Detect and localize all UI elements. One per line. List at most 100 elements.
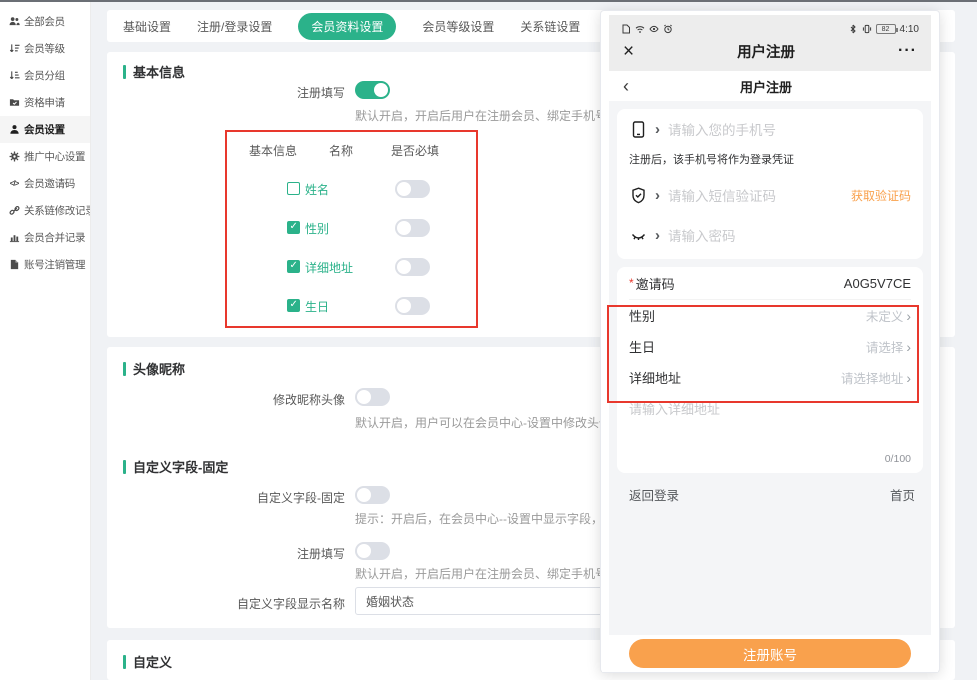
vibrate-icon	[862, 24, 872, 34]
shield-check-icon	[629, 187, 647, 204]
mobile-phone-icon	[629, 121, 647, 138]
chevron-right-icon	[906, 308, 911, 324]
modify-nickname-avatar-desc: 默认开启，用户可以在会员中心-设置中修改头像昵称	[355, 414, 635, 431]
required-toggle-name[interactable]	[395, 180, 430, 198]
more-menu-icon[interactable]: ···	[898, 42, 917, 60]
checkbox-name[interactable]	[287, 182, 300, 195]
bar-chart-icon	[8, 232, 20, 244]
chevron-right-icon	[655, 121, 660, 138]
sidebar-item-all-members[interactable]: 全部会员	[0, 8, 90, 35]
sidebar-item-label: 会员邀请码	[24, 176, 75, 191]
sidebar-item-member-level[interactable]: 会员等级	[0, 35, 90, 62]
wifi-icon	[635, 24, 645, 34]
file-icon	[8, 259, 20, 271]
phone-number-field[interactable]: 请输入您的手机号	[629, 109, 911, 149]
register-account-button[interactable]: 注册账号	[629, 639, 911, 668]
tab-basic-settings[interactable]: 基础设置	[123, 18, 171, 35]
password-field[interactable]: 请输入密码	[629, 215, 911, 255]
register-fill2-toggle[interactable]	[355, 542, 390, 560]
register-fill-toggle[interactable]	[355, 81, 390, 99]
required-toggle-address[interactable]	[395, 258, 430, 276]
sidebar-item-qualification[interactable]: 资格申请	[0, 89, 90, 116]
phone-subheader: ‹ 用户注册	[609, 71, 931, 101]
sort-level-icon	[8, 43, 20, 55]
password-placeholder: 请输入密码	[668, 225, 736, 245]
detail-address-textarea[interactable]: 请输入详细地址 0/100	[629, 393, 911, 469]
home-link[interactable]: 首页	[890, 485, 915, 504]
invite-code-row[interactable]: * 邀请码 A0G5V7CE	[629, 267, 911, 300]
sidebar-item-label: 会员分组	[24, 68, 65, 83]
footer-links: 返回登录 首页	[629, 485, 915, 504]
sidebar-item-label: 关系链修改记录	[24, 203, 90, 218]
required-toggle-gender[interactable]	[395, 219, 430, 237]
checkbox-gender[interactable]	[287, 221, 300, 234]
char-counter: 0/100	[885, 453, 911, 465]
custom-fixed-toggle[interactable]	[355, 486, 390, 504]
tab-register-login-settings[interactable]: 注册/登录设置	[197, 18, 272, 35]
back-to-login-link[interactable]: 返回登录	[629, 485, 679, 504]
phone-subtitle: 用户注册	[615, 77, 917, 96]
sidebar-item-label: 会员等级	[24, 41, 65, 56]
section-title-custom: 自定义	[123, 652, 172, 671]
section-accent-bar	[123, 655, 126, 669]
checkbox-birthday[interactable]	[287, 299, 300, 312]
table-row: 性别	[227, 219, 476, 239]
battery-icon: 82	[876, 24, 896, 34]
phone-title: 用户注册	[634, 41, 898, 62]
close-icon[interactable]: ×	[623, 42, 634, 61]
sms-code-field[interactable]: 请输入短信验证码 获取验证码	[629, 175, 911, 215]
custom-fixed-label: 自定义字段-固定	[107, 489, 345, 506]
sim-card-icon	[621, 24, 631, 34]
sidebar-item-merge-log[interactable]: 会员合并记录	[0, 224, 90, 251]
invite-code-value: A0G5V7CE	[844, 276, 911, 291]
birthday-row[interactable]: 生日 请选择	[629, 331, 911, 362]
sidebar-item-member-group[interactable]: 会员分组	[0, 62, 90, 89]
invite-code-label: 邀请码	[636, 274, 675, 293]
table-header-required: 是否必填	[391, 142, 439, 159]
sidebar-item-label: 会员合并记录	[24, 230, 85, 245]
address-row[interactable]: 详细地址 请选择地址	[629, 362, 911, 393]
phone-footer: 注册账号	[602, 635, 938, 672]
sidebar-item-invite-code[interactable]: </> 会员邀请码	[0, 170, 90, 197]
phone-preview-panel: 82 4:10 × 用户注册 ··· ‹ 用户注册 请输入您的手机号 注册后，该…	[600, 10, 940, 673]
section-accent-bar	[123, 362, 126, 376]
register-fill2-label: 注册填写	[107, 545, 345, 562]
sidebar-item-label: 推广中心设置	[24, 149, 85, 164]
code-icon: </>	[8, 178, 20, 190]
section-title-avatar-nickname: 头像昵称	[123, 359, 185, 378]
sidebar-item-label: 账号注销管理	[24, 257, 85, 272]
register-fields-card: 请输入您的手机号 注册后，该手机号将作为登录凭证 请输入短信验证码 获取验证码 …	[617, 109, 923, 259]
checkbox-address[interactable]	[287, 260, 300, 273]
modify-nickname-avatar-toggle[interactable]	[355, 388, 390, 406]
get-code-button[interactable]: 获取验证码	[851, 187, 911, 204]
sidebar-item-label: 会员设置	[24, 122, 65, 137]
section-accent-bar	[123, 460, 126, 474]
sidebar-item-promotion-settings[interactable]: 推广中心设置	[0, 143, 90, 170]
tab-member-level-settings[interactable]: 会员等级设置	[422, 18, 494, 35]
modify-nickname-avatar-label: 修改昵称头像	[107, 391, 345, 408]
link-icon	[8, 205, 20, 217]
chevron-right-icon	[655, 227, 660, 244]
required-toggle-birthday[interactable]	[395, 297, 430, 315]
gender-row[interactable]: 性别 未定义	[629, 300, 911, 331]
sort-group-icon	[8, 70, 20, 82]
table-header-name: 名称	[329, 142, 353, 159]
required-mark: *	[629, 276, 634, 290]
sidebar-item-member-settings[interactable]: 会员设置	[0, 116, 90, 143]
register-fill-label: 注册填写	[107, 84, 345, 101]
gear-icon	[8, 151, 20, 163]
chevron-right-icon	[906, 339, 911, 355]
section-title-custom-fixed: 自定义字段-固定	[123, 457, 228, 476]
display-name-label: 自定义字段显示名称	[107, 595, 345, 612]
table-row: 生日	[227, 297, 476, 317]
tab-relation-chain-settings[interactable]: 关系链设置	[520, 18, 580, 35]
tab-member-profile-settings[interactable]: 会员资料设置	[298, 13, 396, 40]
sidebar-item-relation-chain-log[interactable]: 关系链修改记录	[0, 197, 90, 224]
sidebar-item-account-cancellation[interactable]: 账号注销管理	[0, 251, 90, 278]
table-row: 姓名	[227, 180, 476, 200]
sidebar-item-label: 资格申请	[24, 95, 65, 110]
user-icon	[8, 124, 20, 136]
chevron-right-icon	[655, 187, 660, 204]
section-title-basic-info: 基本信息	[123, 62, 185, 81]
table-row: 详细地址	[227, 258, 476, 278]
